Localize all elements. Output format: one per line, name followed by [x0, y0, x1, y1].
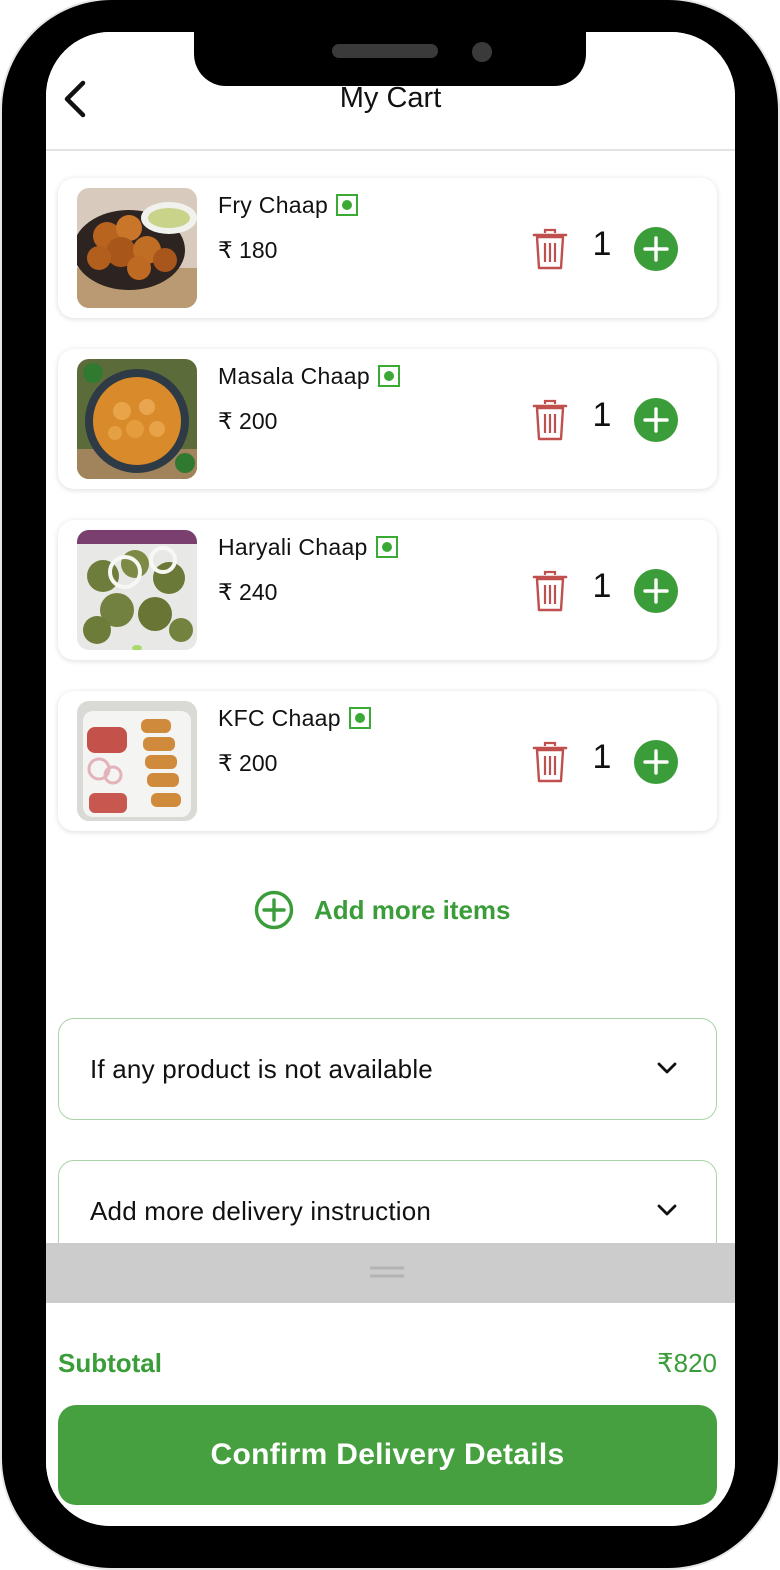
item-name: Masala Chaap [218, 363, 400, 390]
dropdown-label: If any product is not available [90, 1054, 433, 1084]
item-name: Fry Chaap [218, 192, 359, 219]
add-more-items-button[interactable]: Add more items [254, 890, 511, 930]
phone-notch [194, 0, 586, 86]
item-name: KFC Chaap [218, 705, 371, 732]
plus-icon [643, 749, 669, 775]
item-price: ₹ 200 [218, 750, 278, 776]
plus-icon [643, 236, 669, 262]
veg-icon [336, 193, 359, 216]
unavailable-product-dropdown[interactable]: If any product is not available [58, 1018, 717, 1120]
checkout-sheet: Subtotal ₹820 Confirm Delivery Details [46, 1303, 735, 1526]
item-price: ₹ 200 [218, 408, 278, 434]
increase-quantity-button[interactable] [634, 569, 678, 613]
add-circle-icon [254, 890, 294, 930]
trash-icon [532, 228, 568, 270]
kfc-chaap-photo [77, 701, 197, 821]
chevron-down-icon [657, 1062, 677, 1074]
dropdown-label: Add more delivery instruction [90, 1196, 432, 1226]
bottom-sheet-handle-bar[interactable] [46, 1243, 735, 1303]
veg-icon [348, 706, 371, 729]
cart-item-haryali-chaap: Haryali Chaap ₹ 240 1 [58, 520, 717, 660]
veg-icon [377, 364, 400, 387]
veg-icon [375, 535, 398, 558]
speaker-grille [332, 44, 438, 58]
cart-item-masala-chaap: Masala Chaap ₹ 200 1 [58, 349, 717, 489]
trash-icon [532, 399, 568, 441]
fry-chaap-photo [77, 188, 197, 308]
subtotal-value: ₹820 [657, 1348, 717, 1378]
masala-chaap-photo [77, 359, 197, 479]
delete-button[interactable] [532, 228, 568, 270]
chevron-down-icon [657, 1204, 677, 1216]
haryali-chaap-photo [77, 530, 197, 650]
quantity-value: 1 [592, 567, 612, 605]
drag-handle-icon[interactable] [370, 1265, 404, 1279]
quantity-value: 1 [592, 396, 612, 434]
plus-icon [643, 578, 669, 604]
item-price: ₹ 180 [218, 237, 278, 263]
page-title: My Cart [339, 82, 442, 114]
subtotal-label: Subtotal [58, 1348, 162, 1378]
trash-icon [532, 741, 568, 783]
delete-button[interactable] [532, 570, 568, 612]
item-price: ₹ 240 [218, 579, 278, 605]
item-name: Haryali Chaap [218, 534, 398, 561]
trash-icon [532, 570, 568, 612]
quantity-value: 1 [592, 225, 612, 263]
add-more-items-label: Add more items [314, 894, 511, 925]
cart-item-fry-chaap: Fry Chaap ₹ 180 1 [58, 178, 717, 318]
cart-item-kfc-chaap: KFC Chaap ₹ 200 1 [58, 691, 717, 831]
delete-button[interactable] [532, 741, 568, 783]
front-camera [472, 42, 492, 62]
increase-quantity-button[interactable] [634, 398, 678, 442]
plus-icon [643, 407, 669, 433]
delete-button[interactable] [532, 399, 568, 441]
increase-quantity-button[interactable] [634, 227, 678, 271]
quantity-value: 1 [592, 738, 612, 776]
confirm-delivery-details-button[interactable]: Confirm Delivery Details [58, 1405, 717, 1505]
app-screen: My Cart Fry Chaap ₹ 180 1 Masala Chaap ₹… [46, 32, 735, 1526]
increase-quantity-button[interactable] [634, 740, 678, 784]
